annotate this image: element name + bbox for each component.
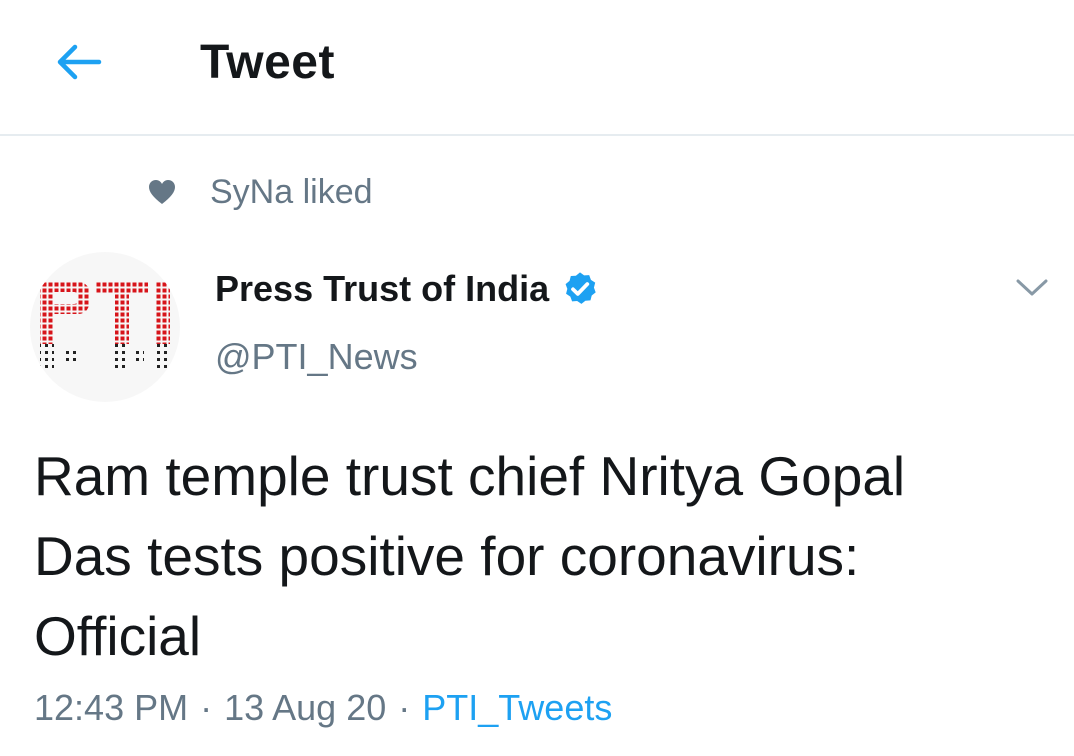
tweet-text: Ram temple trust chief Nritya Gopal Das …: [34, 436, 1054, 676]
tweet-text-line: Official: [34, 605, 202, 667]
tweet-page: Tweet SyNa liked Press Trust of India @P…: [0, 0, 1074, 756]
top-bar: Tweet: [0, 0, 1074, 136]
author-name-link[interactable]: Press Trust of India: [215, 266, 599, 312]
tweet-source-link[interactable]: PTI_Tweets: [422, 687, 612, 729]
author-name: Press Trust of India: [215, 268, 550, 309]
tweet-meta: 12:43 PM · 13 Aug 20 · PTI_Tweets: [34, 684, 612, 732]
tweet-text-line: Ram temple trust chief Nritya Gopal: [34, 445, 906, 507]
author-handle[interactable]: @PTI_News: [215, 336, 418, 378]
tweet-date[interactable]: 13 Aug 20: [224, 687, 386, 729]
verified-badge-icon: [565, 272, 596, 304]
back-button[interactable]: [48, 34, 108, 90]
social-context-text: SyNa liked: [210, 172, 373, 211]
tweet-time[interactable]: 12:43 PM: [34, 687, 188, 729]
meta-separator: ·: [200, 687, 213, 728]
avatar[interactable]: [30, 252, 180, 402]
meta-separator: ·: [398, 687, 411, 728]
page-title: Tweet: [200, 36, 335, 89]
chevron-down-icon: [1016, 279, 1048, 296]
arrow-left-icon: [57, 44, 102, 80]
tweet-options-button[interactable]: [1010, 268, 1054, 308]
tweet-text-line: Das tests positive for coronavirus:: [34, 525, 860, 587]
social-context[interactable]: SyNa liked: [148, 172, 373, 212]
pti-logo: [40, 282, 170, 368]
heart-icon: [149, 180, 175, 204]
